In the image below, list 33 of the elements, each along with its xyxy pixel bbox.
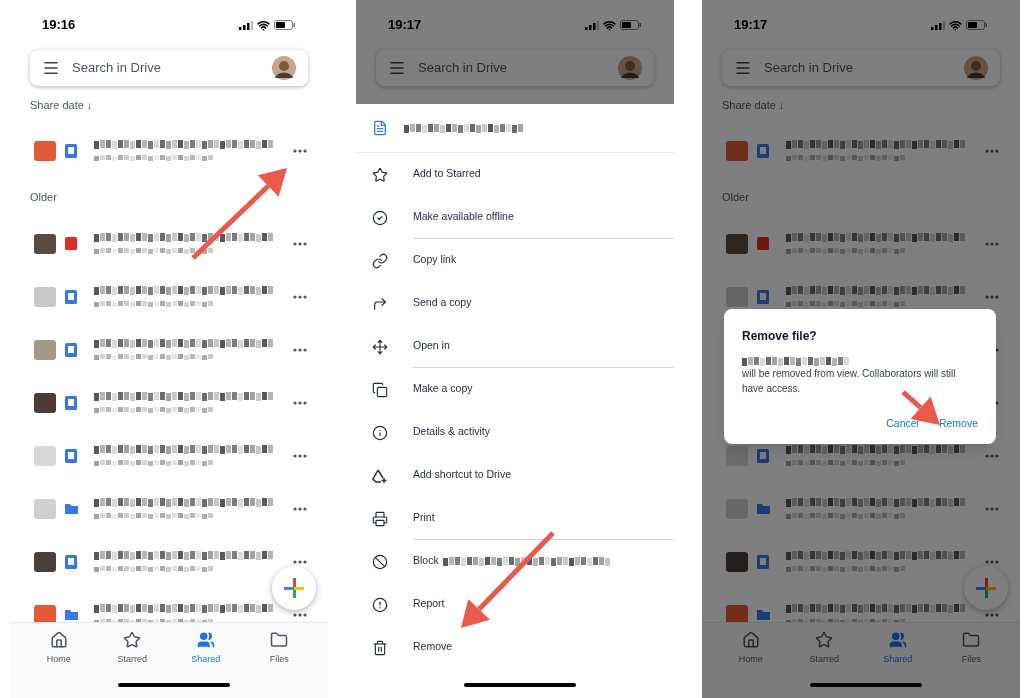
search-field[interactable]: Search in Drive xyxy=(376,50,654,86)
menu-item[interactable]: Copy link xyxy=(356,239,674,282)
menu-item[interactable]: Details & activity xyxy=(356,411,674,454)
search-field[interactable]: Search in Drive xyxy=(722,50,1000,86)
menu-item[interactable]: Block xyxy=(356,540,674,583)
nav-tab[interactable]: Starred xyxy=(95,631,169,667)
dialog-message: will be removed from view. Collaborators will still have access. xyxy=(742,367,957,396)
status-time: 19:17 xyxy=(388,16,422,35)
nav-tab[interactable]: Home xyxy=(22,631,96,667)
menu-item[interactable]: Remove xyxy=(356,626,674,669)
search-field[interactable]: Search in Drive xyxy=(30,50,308,86)
menu-item[interactable]: Add shortcut to Drive xyxy=(356,454,674,497)
sort-label[interactable]: Share date ↓ xyxy=(30,96,93,114)
menu-item[interactable]: Add to Starred xyxy=(356,153,674,196)
nav-tab[interactable]: Home xyxy=(714,631,788,667)
sort-label[interactable]: Share date ↓ xyxy=(722,96,785,114)
section-heading: Older xyxy=(30,189,57,205)
menu-item[interactable]: Report xyxy=(356,583,674,626)
section-heading: Older xyxy=(722,189,749,205)
nav-tab[interactable]: Files xyxy=(242,631,316,667)
dialog-action[interactable]: Cancel xyxy=(886,416,919,432)
nav-tab[interactable]: Starred xyxy=(787,631,861,667)
status-time: 19:16 xyxy=(42,16,76,35)
menu-item[interactable]: Make a copy xyxy=(356,368,674,411)
dialog-action[interactable]: Remove xyxy=(938,416,978,432)
menu-item[interactable]: Make available offline xyxy=(356,196,674,239)
menu-item[interactable]: Send a copy xyxy=(356,282,674,325)
menu-item[interactable]: Print xyxy=(356,497,674,540)
menu-item[interactable]: Open in xyxy=(356,325,674,368)
nav-tab[interactable]: Files xyxy=(934,631,1008,667)
nav-tab[interactable]: Shared xyxy=(169,631,243,667)
dialog-title: Remove file? xyxy=(742,328,818,345)
status-time: 19:17 xyxy=(734,16,768,35)
